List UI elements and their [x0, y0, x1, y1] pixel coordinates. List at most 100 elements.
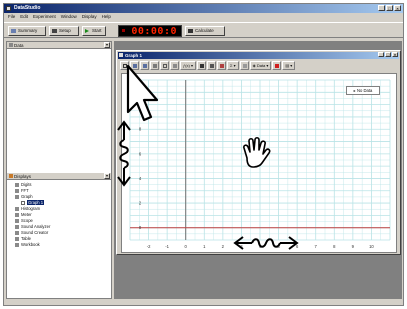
graph-maximize-button[interactable]: □	[385, 52, 391, 57]
x-tick-label: 8	[333, 244, 336, 249]
displays-tree: Digits FFT Graph Graph 1 Histogram Meter…	[7, 182, 111, 248]
x-tick-label: 10	[369, 244, 374, 249]
graph-toolbar: ƒ(x) ▾ Σ ▾ ◈ Data ▾ ▤ ▾	[118, 60, 399, 71]
zoom-select-icon	[153, 64, 157, 68]
main-toolbar: Summary Setup Start 00:00:0 Calculate	[4, 22, 403, 38]
chevron-down-icon[interactable]: ▾	[104, 173, 110, 179]
x-tick-label: 9	[352, 244, 355, 249]
timer-display: 00:00:0	[118, 25, 182, 37]
menu-edit[interactable]: Edit	[20, 13, 28, 21]
app-titlebar: DataStudio _ □ ×	[4, 4, 403, 13]
calculator-tool-button[interactable]	[197, 61, 207, 70]
fit-icon: ƒ(x)	[183, 63, 190, 68]
zoom-out-button[interactable]	[140, 61, 149, 70]
x-tick-label: -2	[147, 244, 151, 249]
table-icon	[15, 236, 19, 241]
graph-doc-icon	[21, 200, 25, 205]
data-dropdown[interactable]: ◈ Data ▾	[249, 61, 272, 70]
start-button[interactable]: Start	[82, 26, 106, 36]
remove-button[interactable]	[272, 61, 282, 70]
workbook-icon	[15, 242, 19, 247]
chevron-down-icon[interactable]: ▾	[104, 42, 110, 48]
x-tick-label: 3	[240, 244, 243, 249]
x-tick-label: 6	[296, 244, 299, 249]
fft-icon	[15, 188, 19, 193]
text-annotation-icon	[210, 64, 215, 68]
legend-label: No Data	[356, 88, 373, 93]
zoom-in-button[interactable]	[130, 61, 139, 70]
setup-icon	[52, 29, 57, 33]
x-tick-label: 1	[203, 244, 206, 249]
annotation-button[interactable]	[207, 61, 217, 70]
displays-icon	[9, 174, 13, 178]
smart-tool-button[interactable]	[160, 61, 169, 70]
sound-creator-icon	[15, 230, 19, 235]
scope-icon	[15, 218, 19, 223]
summary-button[interactable]: Summary	[8, 26, 46, 36]
y-tick-label: 10	[138, 102, 143, 107]
pencil-icon	[220, 64, 225, 68]
menu-window[interactable]: Window	[61, 13, 77, 21]
graph-window-titlebar[interactable]: Graph 1 _ □ ×	[118, 52, 399, 59]
statistics-dropdown[interactable]: Σ ▾	[227, 61, 239, 70]
x-tick-label: 5	[277, 244, 280, 249]
left-panel: Data ▾ Displays ▾ Digits FFT Graph Graph…	[6, 41, 112, 299]
minimize-button[interactable]: _	[378, 5, 385, 11]
menu-file[interactable]: File	[8, 13, 15, 21]
play-icon	[85, 29, 89, 33]
zoom-out-icon	[143, 64, 147, 68]
sound-analyzer-icon	[15, 224, 19, 229]
summary-icon	[11, 29, 16, 33]
graph-window-title: Graph 1	[125, 53, 143, 58]
scale-to-fit-button[interactable]	[120, 61, 129, 70]
sigma-icon: Σ	[230, 63, 233, 68]
remove-icon	[275, 64, 280, 68]
data-panel-header[interactable]: Data ▾	[7, 42, 111, 49]
app-icon	[6, 6, 11, 11]
meter-icon	[15, 212, 19, 217]
zoom-select-button[interactable]	[150, 61, 159, 70]
settings-icon: ▤	[285, 63, 290, 68]
slope-tool-button[interactable]	[170, 61, 179, 70]
fit-dropdown[interactable]: ƒ(x) ▾	[180, 61, 197, 70]
menu-help[interactable]: Help	[102, 13, 111, 21]
tree-item-workbook[interactable]: Workbook	[7, 242, 111, 248]
close-button[interactable]: ×	[394, 5, 401, 11]
graph-icon	[15, 194, 19, 199]
digits-icon	[15, 182, 19, 187]
datastudio-window: DataStudio _ □ × File Edit Experiment Wi…	[3, 3, 404, 306]
calculate-button[interactable]: Calculate	[185, 26, 225, 36]
app-title: DataStudio	[14, 5, 41, 11]
timer-indicator	[122, 29, 125, 32]
plot-area[interactable]: -2 -1 0 1 2 3 4 5 6 7 8 9 10 0 2 4 6 8 10 ▸ No Data	[121, 73, 397, 253]
calculator-icon	[188, 29, 193, 33]
grid	[129, 79, 391, 241]
tick-labels: -2 -1 0 1 2 3 4 5 6 7 8 9 100246810	[138, 102, 375, 249]
axis-icon	[242, 64, 247, 68]
menu-display[interactable]: Display	[82, 13, 97, 21]
maximize-button[interactable]: □	[386, 5, 393, 11]
data-icon: ◈	[252, 63, 256, 68]
x-tick-label: 2	[222, 244, 225, 249]
menu-experiment[interactable]: Experiment	[33, 13, 56, 21]
menubar: File Edit Experiment Window Display Help	[4, 13, 403, 21]
x-tick-label: 4	[259, 244, 262, 249]
settings-dropdown[interactable]: ▤ ▾	[282, 61, 296, 70]
zoom-in-icon	[133, 64, 137, 68]
x-tick-label: 0	[185, 244, 188, 249]
note-button[interactable]	[217, 61, 227, 70]
x-tick-label: -1	[165, 244, 169, 249]
graph-plot[interactable]: -2 -1 0 1 2 3 4 5 6 7 8 9 100246810	[122, 74, 396, 252]
displays-panel-header[interactable]: Displays ▾	[7, 173, 111, 180]
crosshair-icon	[163, 64, 167, 68]
graph-close-button[interactable]: ×	[392, 52, 398, 57]
graph-window-icon	[119, 53, 123, 57]
legend-box[interactable]: ▸ No Data	[346, 86, 380, 95]
axis-button[interactable]	[239, 61, 249, 70]
setup-button[interactable]: Setup	[49, 26, 79, 36]
calculator-icon	[200, 64, 205, 68]
graph-minimize-button[interactable]: _	[378, 52, 384, 57]
scale-to-fit-icon	[123, 64, 127, 68]
data-icon	[9, 43, 13, 47]
histogram-icon	[15, 206, 19, 211]
